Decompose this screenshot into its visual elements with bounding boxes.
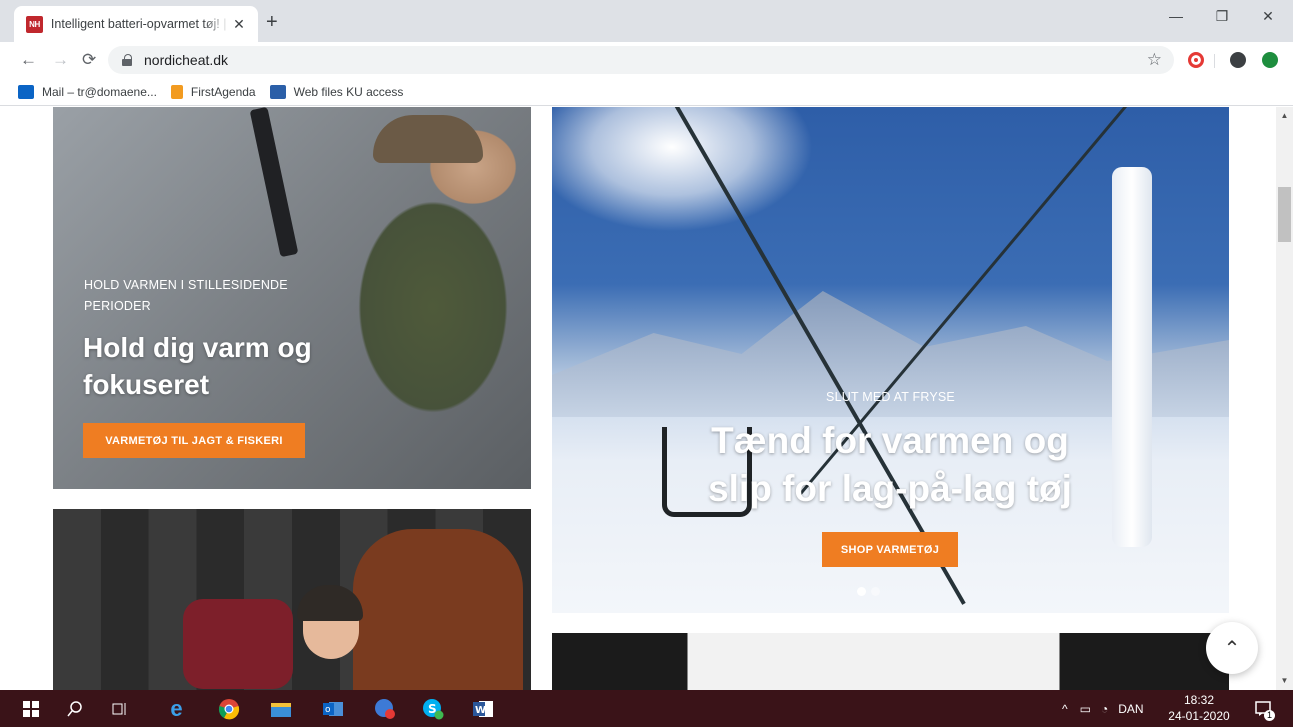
hero-slider[interactable]: SLUT MED AT FRYSE Tænd for varmen og sli…: [552, 107, 1229, 613]
word-icon[interactable]: W: [470, 696, 495, 721]
scroll-to-top-button[interactable]: ⌃: [1206, 622, 1258, 674]
hunting-fishing-button[interactable]: VARMETØJ TIL JAGT & FISKERI: [83, 423, 305, 458]
file-explorer-icon[interactable]: [268, 696, 293, 721]
extension-update-icon[interactable]: [1262, 52, 1278, 68]
vertical-scrollbar[interactable]: ▲ ▼: [1276, 107, 1293, 690]
hunting-eyebrow: HOLD VARMEN I STILLESIDENDE PERIODER: [84, 278, 288, 313]
svg-text:o: o: [325, 705, 331, 715]
forward-arrow-icon[interactable]: →: [52, 50, 69, 70]
equestrian-banner[interactable]: [53, 509, 531, 690]
teams-icon[interactable]: [372, 696, 397, 721]
lock-icon[interactable]: [122, 54, 132, 66]
notification-count-badge: 1: [1264, 710, 1275, 721]
hunting-banner[interactable]: HOLD VARMEN I STILLESIDENDE PERIODER Hol…: [53, 107, 531, 489]
slider-eyebrow: SLUT MED AT FRYSE: [826, 390, 955, 404]
profile-avatar-icon[interactable]: [1230, 52, 1246, 68]
language-indicator[interactable]: DAN: [1118, 702, 1143, 716]
outlook-taskbar-icon[interactable]: o: [320, 696, 345, 721]
skype-icon[interactable]: S: [420, 696, 445, 721]
saddle-pad-image: [183, 599, 293, 689]
svg-text:W: W: [475, 705, 486, 716]
new-tab-button[interactable]: +: [266, 12, 278, 32]
search-icon[interactable]: [62, 696, 87, 721]
browser-toolbar: ← → ⟳ nordicheat.dk ☆: [0, 42, 1293, 78]
bookmarks-bar: Mail – tr@domaene... FirstAgenda Web fil…: [0, 78, 1293, 106]
slider-headline: Tænd for varmen og slip for lag-på-lag t…: [708, 420, 1072, 509]
slider-dot-2[interactable]: [871, 587, 880, 596]
tab-title: Intelligent batteri-opvarmet tøj! | Nord…: [50, 17, 230, 31]
shop-heated-clothing-button[interactable]: SHOP VARMETØJ: [822, 532, 958, 567]
bookmark-label: Web files KU access: [293, 84, 404, 99]
bookmark-mail[interactable]: Mail – tr@domaene...: [18, 84, 157, 99]
system-tray: ^ ▭ ◔ DAN: [1062, 690, 1144, 727]
slider-dot-1[interactable]: [857, 587, 866, 596]
hunter-cap-image: [373, 115, 483, 163]
clock[interactable]: 18:32 24-01-2020: [1166, 692, 1232, 724]
opera-extension-icon[interactable]: [1188, 52, 1204, 68]
frozen-tower-image: [1112, 167, 1152, 547]
reload-icon[interactable]: ⟳: [82, 50, 96, 70]
horse-image: [353, 529, 523, 690]
show-hidden-icons-icon[interactable]: ^: [1062, 702, 1068, 716]
bookmark-star-icon[interactable]: ☆: [1147, 50, 1162, 70]
internet-explorer-icon[interactable]: e: [164, 696, 189, 721]
windows-taskbar: e o S W ^ ▭ ◔ DAN 18:32 24-01-2020 1: [0, 690, 1293, 727]
rifle-image: [249, 107, 299, 258]
outlook-icon: [18, 84, 34, 99]
web-files-icon: [269, 84, 286, 99]
tab-nordicheat[interactable]: NH Intelligent batteri-opvarmet tøj! | N…: [14, 6, 258, 42]
battery-icon[interactable]: ▭: [1080, 702, 1091, 716]
scroll-down-arrow-icon[interactable]: ▼: [1276, 674, 1293, 688]
minimize-button[interactable]: —: [1153, 8, 1199, 24]
url-text[interactable]: nordicheat.dk: [144, 52, 228, 68]
back-arrow-icon[interactable]: ←: [20, 50, 37, 70]
jacket-banner[interactable]: [552, 633, 1229, 690]
close-tab-icon[interactable]: ✕: [230, 16, 248, 33]
close-window-button[interactable]: ✕: [1245, 8, 1291, 25]
notifications-icon[interactable]: 1: [1250, 696, 1275, 721]
page-content: HOLD VARMEN I STILLESIDENDE PERIODER Hol…: [0, 107, 1276, 690]
toolbar-divider: [1214, 54, 1215, 68]
nordicheat-favicon-icon: NH: [26, 15, 43, 33]
task-view-icon[interactable]: [107, 696, 132, 721]
windows-start-icon[interactable]: [18, 696, 43, 721]
wifi-icon[interactable]: ◔: [1101, 702, 1108, 716]
bookmark-firstagenda[interactable]: FirstAgenda: [170, 84, 256, 99]
hunting-headline: Hold dig varm og fokuseret: [83, 332, 312, 400]
tab-strip: NH Intelligent batteri-opvarmet tøj! | N…: [0, 0, 1293, 42]
bookmark-web-files[interactable]: Web files KU access: [269, 84, 404, 99]
bookmark-label: Mail – tr@domaene...: [42, 84, 157, 99]
restore-button[interactable]: ❐: [1199, 8, 1245, 25]
firstagenda-icon: [170, 84, 183, 99]
clock-time: 18:32: [1183, 693, 1215, 707]
bookmark-label: FirstAgenda: [190, 84, 256, 99]
scrollbar-thumb[interactable]: [1278, 187, 1291, 242]
chrome-icon[interactable]: [216, 696, 241, 721]
scroll-up-arrow-icon[interactable]: ▲: [1276, 109, 1293, 123]
clock-date: 24-01-2020: [1168, 709, 1230, 723]
address-bar[interactable]: nordicheat.dk ☆: [108, 46, 1174, 74]
